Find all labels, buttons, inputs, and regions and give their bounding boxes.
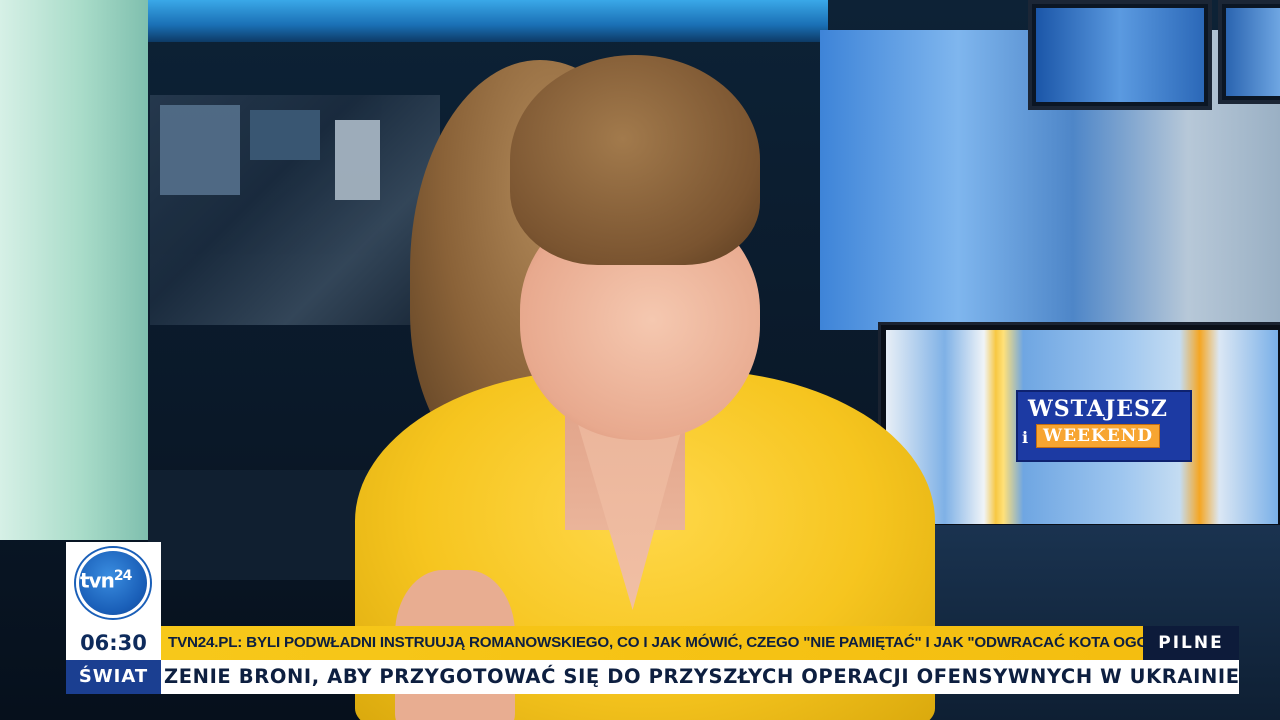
headline-text: TVN24.PL: BYLI PODWŁADNI INSTRUUJĄ ROMAN… [168,634,1143,651]
breaking-badge: PILNE [1143,626,1239,660]
news-ticker: ZENIE BRONI, ABY PRZYGOTOWAĆ SIĘ DO PRZY… [161,660,1239,694]
show-logo: WSTAJESZ i WEEKEND [1016,390,1192,462]
ceiling-monitor-screen [1226,8,1280,96]
presenter [340,50,960,720]
channel-logo: tvn24 [66,542,161,626]
ceiling-monitor [1028,0,1212,110]
channel-logo-word: tvn [80,568,115,593]
presenter-hair [510,55,760,265]
show-logo-line2: i [1022,428,1029,447]
channel-logo-number: 24 [113,568,133,584]
show-logo-line3: WEEKEND [1036,424,1161,448]
clock: 06:30 [66,626,161,660]
ceiling-monitor-screen [1036,8,1204,102]
studio-light-panel [0,0,148,540]
background-monitor-block [250,110,320,160]
section-label: ŚWIAT [66,660,161,694]
ticker-text: ZENIE BRONI, ABY PRZYGOTOWAĆ SIĘ DO PRZY… [164,665,1239,688]
channel-logo-text: tvn24 [80,568,133,593]
ceiling-monitor [1218,0,1280,104]
headline-bar: TVN24.PL: BYLI PODWŁADNI INSTRUUJĄ ROMAN… [161,626,1143,660]
show-logo-line1: WSTAJESZ [1028,396,1168,422]
background-monitor-block [160,105,240,195]
studio-ceiling-light [148,0,828,42]
studio-scene: WSTAJESZ i WEEKEND [0,0,1280,720]
